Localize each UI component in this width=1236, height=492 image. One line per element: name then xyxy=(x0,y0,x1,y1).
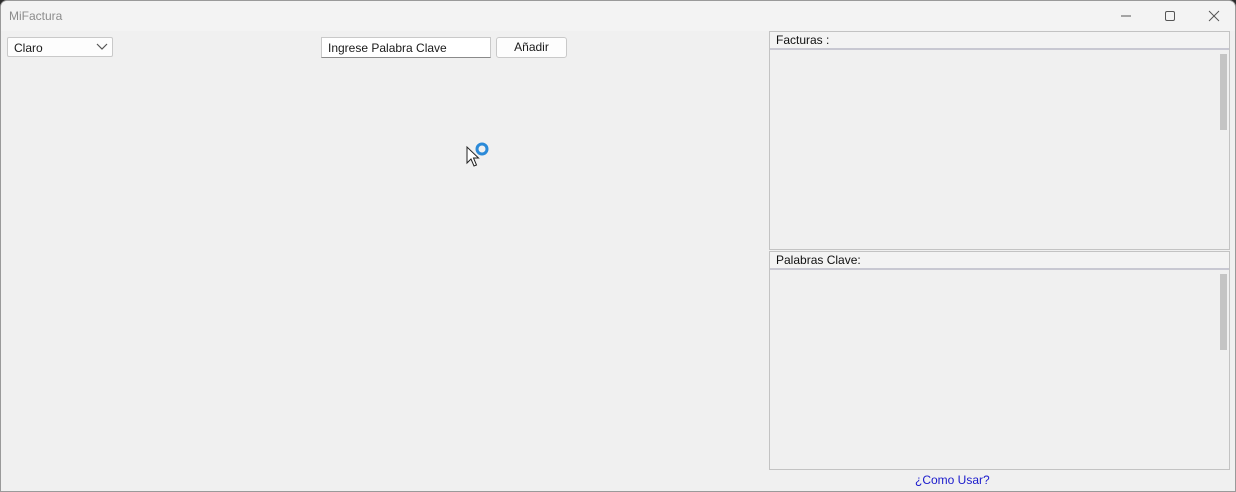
close-icon xyxy=(1208,10,1220,22)
invoices-scrollbar[interactable] xyxy=(1220,54,1227,130)
keywords-panel: Palabras Clave: xyxy=(769,251,1230,470)
keywords-list[interactable] xyxy=(770,272,1229,469)
title-bar: MiFactura xyxy=(1,1,1235,31)
maximize-button[interactable] xyxy=(1148,1,1192,31)
keywords-panel-title: Palabras Clave: xyxy=(770,252,1229,270)
invoices-list[interactable] xyxy=(770,52,1229,249)
keyword-input[interactable] xyxy=(321,37,491,58)
theme-select-value: Claro xyxy=(14,41,43,55)
close-button[interactable] xyxy=(1192,1,1235,31)
invoices-panel: Facturas : xyxy=(769,31,1230,250)
maximize-icon xyxy=(1165,11,1175,21)
chevron-down-icon xyxy=(96,43,108,50)
how-to-use-link[interactable]: ¿Como Usar? xyxy=(915,473,990,487)
invoices-panel-title: Facturas : xyxy=(770,32,1229,50)
minimize-icon xyxy=(1121,15,1131,17)
window-title: MiFactura xyxy=(9,9,63,23)
app-window: MiFactura Claro Añadir Facturas : Palabr… xyxy=(0,0,1236,492)
busy-cursor-icon xyxy=(466,142,489,167)
add-button[interactable]: Añadir xyxy=(496,37,567,58)
theme-select[interactable]: Claro xyxy=(7,37,113,57)
minimize-button[interactable] xyxy=(1104,1,1148,31)
keywords-scrollbar[interactable] xyxy=(1220,274,1227,350)
